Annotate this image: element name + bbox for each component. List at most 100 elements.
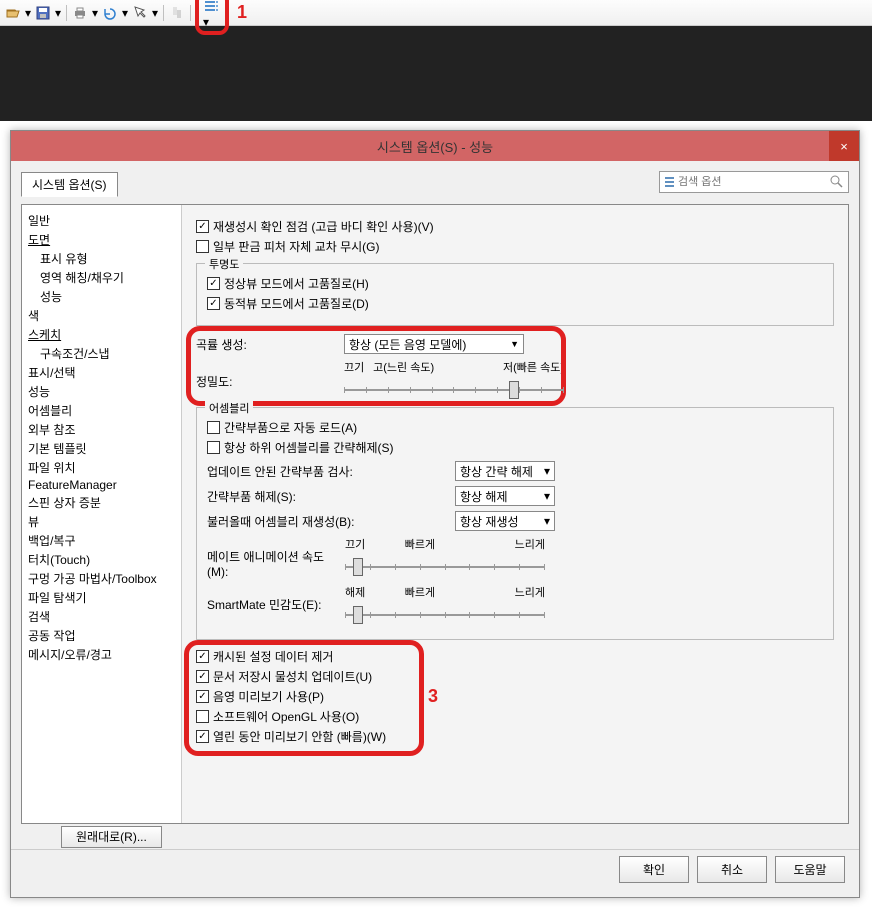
help-button[interactable]: 도움말 [775, 856, 845, 883]
tree-item[interactable]: 영역 해칭/채우기 [26, 268, 177, 287]
tree-item[interactable]: 메시지/오류/경고 [26, 645, 177, 664]
slider-smartmate[interactable] [345, 600, 545, 624]
tree-item[interactable]: 일반 [26, 211, 177, 230]
slider-label: 빠르게 [405, 536, 435, 552]
category-tree: 일반 도면 표시 유형 영역 해칭/채우기 성능 색 스케치 구속조건/스냅 표… [22, 205, 182, 823]
slider-mate-anim[interactable] [345, 552, 545, 576]
rebuild-icon[interactable] [168, 4, 186, 22]
select-icon[interactable] [131, 4, 149, 22]
save-dropdown[interactable]: ▾ [54, 6, 62, 20]
slider-label-high: 고(느린 속도) [373, 359, 434, 375]
slider-thumb[interactable] [353, 606, 363, 624]
checkbox-purge-cache[interactable]: ✓ [196, 650, 209, 663]
label: 업데이트 안된 간략부품 검사: [207, 463, 447, 480]
label: 동적뷰 모드에서 고품질로(D) [224, 295, 369, 312]
group-title: 투명도 [205, 256, 243, 272]
tree-item[interactable]: 색 [26, 306, 177, 325]
checkbox-verify[interactable]: ✓ [196, 220, 209, 233]
label-curve: 곡률 생성: [196, 336, 336, 353]
callout-3: 3 [428, 686, 438, 707]
tree-item[interactable]: 외부 참조 [26, 420, 177, 439]
print-icon[interactable] [71, 4, 89, 22]
tree-item[interactable]: 기본 템플릿 [26, 439, 177, 458]
undo-dropdown[interactable]: ▾ [121, 6, 129, 20]
slider-detail[interactable] [344, 375, 564, 399]
slider-label-low: 저(빠른 속도) [503, 359, 564, 375]
open-icon[interactable] [4, 4, 22, 22]
checkbox-opengl[interactable] [196, 710, 209, 723]
checkbox-autoload[interactable] [207, 421, 220, 434]
tree-item[interactable]: 표시/선택 [26, 363, 177, 382]
main-toolbar: ▾ ▾ ▾ ▾ ▾ ▾ 1 [0, 0, 872, 26]
open-dropdown[interactable]: ▾ [24, 6, 32, 20]
checkbox-always-resolve-sub[interactable] [207, 441, 220, 454]
ok-button[interactable]: 확인 [619, 856, 689, 883]
select-resolve[interactable]: 항상 해제▾ [455, 486, 555, 506]
undo-icon[interactable] [101, 4, 119, 22]
label: 소프트웨어 OpenGL 사용(O) [213, 708, 359, 725]
label: 불러올때 어셈블리 재생성(B): [207, 513, 447, 530]
tab-system-options[interactable]: 시스템 옵션(S) [21, 172, 118, 197]
reset-button[interactable]: 원래대로(R)... [61, 826, 162, 848]
group-assembly: 어셈블리 간략부품으로 자동 로드(A) 항상 하위 어셈블리를 간략해제(S)… [196, 407, 834, 640]
dialog-titlebar: 시스템 옵션(S) - 성능 × [11, 131, 859, 161]
tree-item[interactable]: 터치(Touch) [26, 550, 177, 569]
select-dropdown[interactable]: ▾ [151, 6, 159, 20]
checkbox-preview[interactable]: ✓ [196, 690, 209, 703]
tree-item[interactable]: 공동 작업 [26, 626, 177, 645]
options-dropdown[interactable]: ▾ [203, 15, 209, 29]
tree-item[interactable]: 파일 탐색기 [26, 588, 177, 607]
label: 음영 미리보기 사용(P) [213, 688, 324, 705]
group-transparency: 투명도 ✓정상뷰 모드에서 고품질로(H) ✓동적뷰 모드에서 고품질로(D) [196, 263, 834, 326]
checkbox-dynamic-hq[interactable]: ✓ [207, 297, 220, 310]
group-title: 어셈블리 [205, 400, 253, 416]
chevron-down-icon: ▾ [544, 464, 550, 478]
label: 문서 저장시 물성치 업데이트(U) [213, 668, 372, 685]
tree-item[interactable]: 구멍 가공 마법사/Toolbox [26, 569, 177, 588]
tree-item[interactable]: 파일 위치 [26, 458, 177, 477]
slider-thumb[interactable] [509, 381, 519, 399]
tree-item[interactable]: 구속조건/스냅 [26, 344, 177, 363]
checkbox-ignore[interactable] [196, 240, 209, 253]
dialog-title: 시스템 옵션(S) - 성능 [377, 137, 493, 156]
tree-item[interactable]: 도면 [26, 230, 177, 249]
save-icon[interactable] [34, 4, 52, 22]
slider-thumb[interactable] [353, 558, 363, 576]
tree-item[interactable]: 성능 [26, 382, 177, 401]
tree-item[interactable]: 표시 유형 [26, 249, 177, 268]
checkbox-update-mass[interactable]: ✓ [196, 670, 209, 683]
close-button[interactable]: × [829, 131, 859, 161]
chevron-down-icon: ▼ [510, 339, 519, 349]
search-options[interactable] [659, 171, 849, 193]
print-dropdown[interactable]: ▾ [91, 6, 99, 20]
label: 재생성시 확인 점검 (고급 바디 확인 사용)(V) [213, 218, 434, 235]
slider-label: 느리게 [515, 584, 545, 600]
tree-item[interactable]: 뷰 [26, 512, 177, 531]
tree-item[interactable]: 어셈블리 [26, 401, 177, 420]
search-input[interactable] [678, 176, 830, 188]
checkbox-nopreview-open[interactable]: ✓ [196, 730, 209, 743]
options-icon[interactable] [203, 0, 221, 15]
tree-item[interactable]: 성능 [26, 287, 177, 306]
label: 정상뷰 모드에서 고품질로(H) [224, 275, 369, 292]
tree-item[interactable]: 스핀 상자 증분 [26, 493, 177, 512]
select-curve[interactable]: 항상 (모든 음영 모델에)▼ [344, 334, 524, 354]
callout-1: 1 [237, 2, 247, 23]
tree-item[interactable]: 백업/복구 [26, 531, 177, 550]
checkbox-normal-hq[interactable]: ✓ [207, 277, 220, 290]
search-icon [830, 175, 844, 189]
cancel-button[interactable]: 취소 [697, 856, 767, 883]
label: SmartMate 민감도(E): [207, 584, 337, 613]
tree-item[interactable]: 검색 [26, 607, 177, 626]
label: 간략부품 해제(S): [207, 488, 447, 505]
tree-item[interactable]: 스케치 [26, 325, 177, 344]
label-detail: 정밀도: [196, 359, 336, 390]
ribbon-area [0, 26, 872, 121]
label: 열린 동안 미리보기 안함 (빠름)(W) [213, 728, 386, 745]
select-update-check[interactable]: 항상 간략 해제▾ [455, 461, 555, 481]
options-panel: ✓재생성시 확인 점검 (고급 바디 확인 사용)(V) 일부 판금 피처 자체… [182, 205, 848, 823]
slider-label: 끄기 [345, 536, 365, 552]
slider-label: 빠르게 [405, 584, 435, 600]
tree-item[interactable]: FeatureManager [26, 477, 177, 493]
select-rebuild[interactable]: 항상 재생성▾ [455, 511, 555, 531]
